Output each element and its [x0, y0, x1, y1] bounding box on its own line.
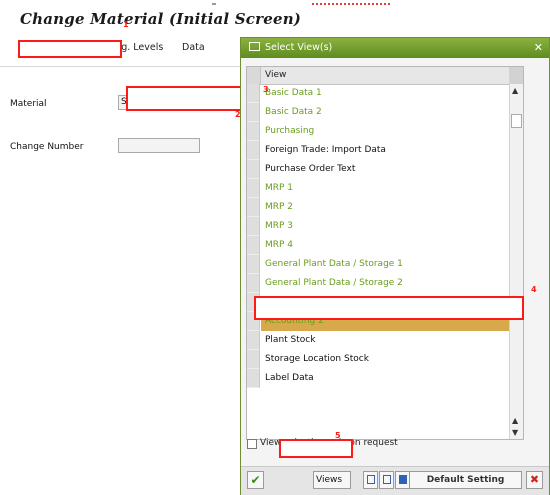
annotation-marker-1: 1 — [123, 20, 129, 29]
vertical-scrollbar[interactable]: ▲ ▲ ▼ — [509, 84, 523, 439]
default-setting-button[interactable]: Default Setting — [409, 471, 522, 489]
change-number-label: Change Number — [10, 142, 84, 152]
save-button[interactable] — [395, 471, 410, 489]
row-selector[interactable] — [247, 179, 260, 198]
view-row[interactable]: MRP 4 — [247, 236, 509, 255]
view-row[interactable]: Basic Data 1 — [247, 84, 509, 103]
view-label: Purchasing — [265, 126, 315, 136]
column-header-view: View — [265, 70, 287, 80]
views-button[interactable]: Views — [313, 471, 351, 489]
row-selector[interactable] — [247, 236, 260, 255]
row-selector[interactable] — [247, 369, 260, 388]
view-row[interactable]: Storage Location Stock — [247, 350, 509, 369]
view-selection-checkbox[interactable] — [247, 439, 257, 449]
view-label: MRP 3 — [265, 221, 294, 231]
redacted-box-3 — [254, 296, 524, 320]
view-label: Plant Stock — [265, 335, 316, 345]
view-label: MRP 4 — [265, 240, 294, 250]
views-table: View ▲ ▲ ▼ Basic Data 1 Basic Data 2 Purch… — [246, 66, 524, 440]
row-selector[interactable] — [247, 122, 260, 141]
redacted-box-2 — [126, 86, 250, 111]
dialog-title: Select View(s) — [265, 42, 333, 53]
view-row[interactable]: Foreign Trade: Import Data — [247, 141, 509, 160]
title-scribble — [312, 3, 390, 9]
row-selector[interactable] — [247, 255, 260, 274]
view-label: Purchase Order Text — [265, 164, 356, 174]
divider — [0, 66, 240, 67]
view-row[interactable]: MRP 2 — [247, 198, 509, 217]
scroll-down-icon[interactable]: ▼ — [512, 428, 518, 437]
row-selector[interactable] — [247, 141, 260, 160]
select-views-dialog: Select View(s) ✕ View ▲ ▲ ▼ Basic Data 1… — [240, 37, 550, 495]
scroll-up-icon-lower[interactable]: ▲ — [512, 416, 518, 425]
row-selector[interactable] — [247, 84, 260, 103]
view-row[interactable]: General Plant Data / Storage 1 — [247, 255, 509, 274]
row-selector[interactable] — [247, 274, 260, 293]
column-settings-button[interactable] — [509, 67, 523, 84]
view-row[interactable]: General Plant Data / Storage 2 — [247, 274, 509, 293]
select-all-button[interactable] — [363, 471, 378, 489]
row-selector[interactable] — [247, 103, 260, 122]
row-selector[interactable] — [247, 198, 260, 217]
view-row[interactable]: Purchasing — [247, 122, 509, 141]
select-all-cell[interactable] — [247, 67, 261, 84]
view-label: General Plant Data / Storage 1 — [265, 259, 403, 269]
ok-button[interactable]: ✔ — [247, 471, 264, 489]
cancel-button[interactable]: ✖ — [526, 471, 543, 489]
view-row[interactable]: MRP 1 — [247, 179, 509, 198]
row-selector[interactable] — [247, 160, 260, 179]
change-number-input[interactable] — [118, 138, 200, 153]
view-row[interactable]: Label Data — [247, 369, 509, 388]
annotation-marker-3: 3 — [263, 85, 269, 94]
deselect-all-button[interactable] — [379, 471, 394, 489]
row-selector[interactable] — [247, 217, 260, 236]
view-label: MRP 1 — [265, 183, 294, 193]
title-tick — [212, 3, 216, 5]
view-label: Storage Location Stock — [265, 354, 369, 364]
view-row[interactable]: Basic Data 2 — [247, 103, 509, 122]
window-icon — [249, 42, 260, 51]
row-selector[interactable] — [247, 350, 260, 369]
view-row[interactable]: Plant Stock — [247, 331, 509, 350]
redacted-box-4 — [279, 439, 353, 458]
menu-data[interactable]: Data — [182, 42, 205, 53]
view-label: Foreign Trade: Import Data — [265, 145, 386, 155]
redacted-box-1 — [18, 40, 122, 58]
dialog-title-bar[interactable]: Select View(s) ✕ — [241, 38, 549, 58]
close-icon[interactable]: ✕ — [534, 41, 543, 54]
dialog-toolbar: ✔ Views Default Setting ✖ — [241, 466, 549, 495]
view-row[interactable]: MRP 3 — [247, 217, 509, 236]
page-title: Change Material (Initial Screen) — [20, 10, 302, 28]
view-label: MRP 2 — [265, 202, 294, 212]
select-all-icon — [367, 475, 375, 484]
annotation-marker-4: 4 — [531, 285, 537, 294]
view-label: Label Data — [265, 373, 314, 383]
scroll-up-icon[interactable]: ▲ — [512, 86, 518, 95]
material-label: Material — [10, 99, 47, 109]
deselect-all-icon — [383, 475, 391, 484]
view-label: Basic Data 2 — [265, 107, 322, 117]
table-header: View — [247, 67, 523, 85]
annotation-marker-5: 5 — [335, 431, 341, 440]
scroll-thumb[interactable] — [511, 114, 522, 128]
view-row[interactable]: Purchase Order Text — [247, 160, 509, 179]
view-label: Basic Data 1 — [265, 88, 322, 98]
row-selector[interactable] — [247, 331, 260, 350]
view-label: General Plant Data / Storage 2 — [265, 278, 403, 288]
save-icon — [399, 475, 407, 484]
